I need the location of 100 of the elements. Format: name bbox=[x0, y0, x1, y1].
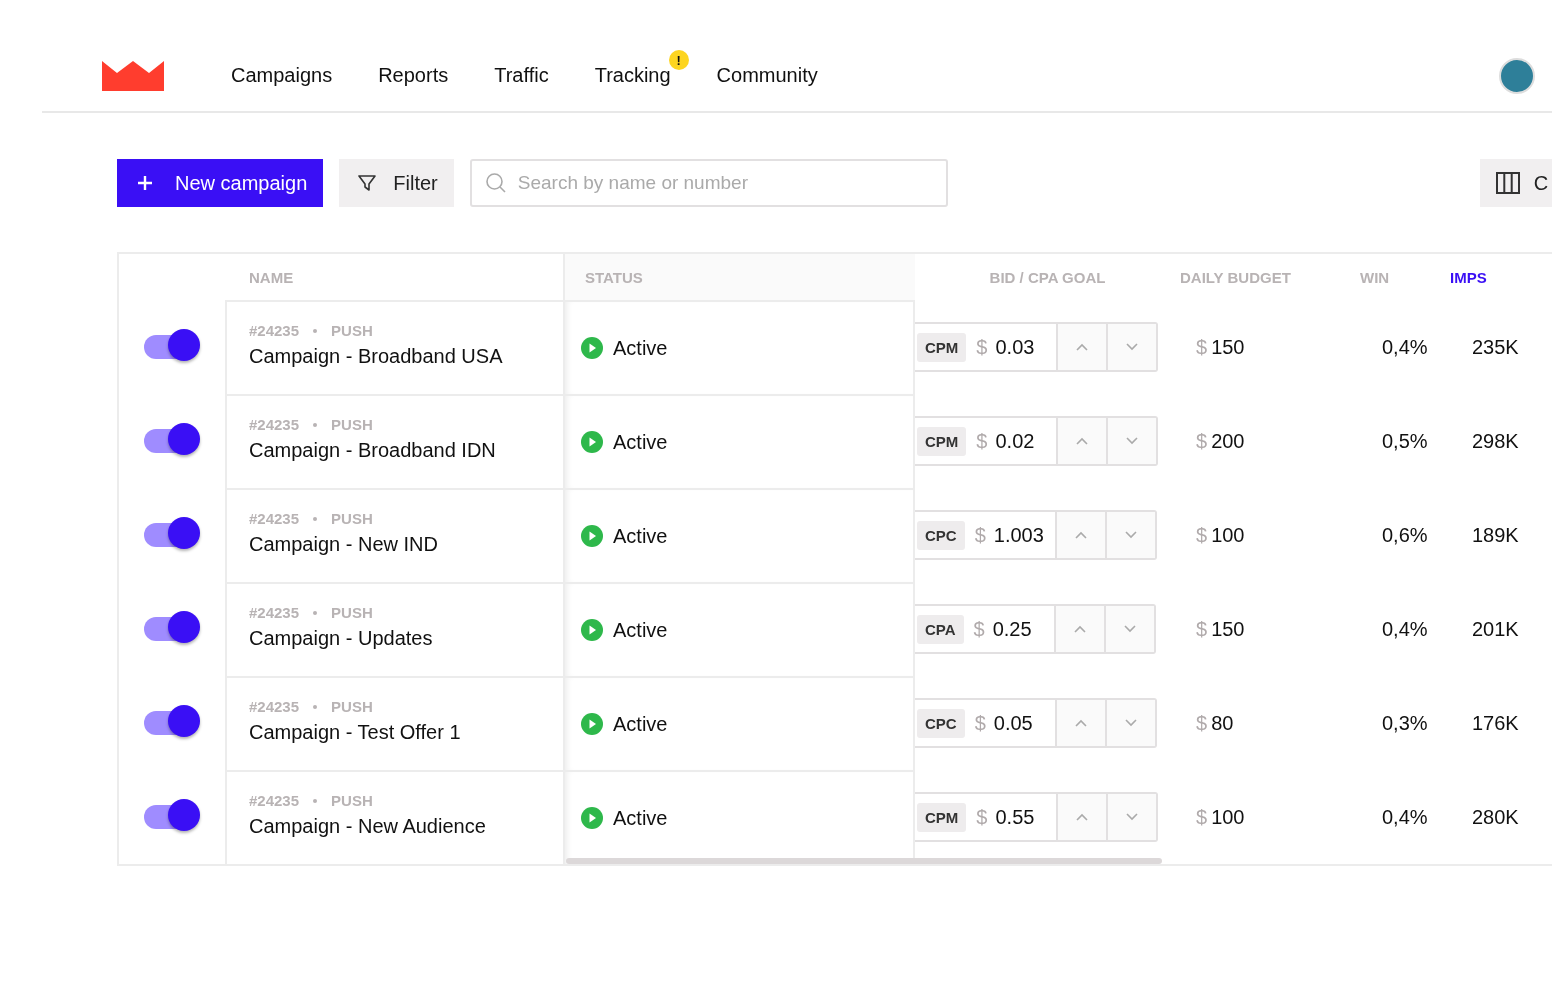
separator-dot bbox=[313, 422, 318, 427]
bid-field[interactable]: CPM $ 0.02 bbox=[915, 416, 1159, 466]
chevron-down-icon bbox=[1124, 531, 1137, 539]
increment-button[interactable] bbox=[1053, 606, 1104, 652]
bid-type-tag: CPC bbox=[917, 520, 965, 550]
impressions: 201K bbox=[1472, 617, 1519, 641]
bid-type-tag: CPM bbox=[917, 802, 967, 832]
chevron-up-icon bbox=[1074, 719, 1087, 727]
bid-value: 1.003 bbox=[993, 523, 1044, 547]
chevron-down-icon bbox=[1126, 343, 1139, 351]
decrement-button[interactable] bbox=[1106, 794, 1157, 840]
bid-field[interactable]: CPC $ 1.003 bbox=[915, 510, 1157, 560]
bid-field[interactable]: CPA $ 0.25 bbox=[915, 604, 1156, 654]
chevron-up-icon bbox=[1076, 437, 1089, 445]
bid-value: 0.55 bbox=[995, 805, 1035, 829]
campaign-name[interactable]: Campaign - Broadband USA bbox=[249, 345, 563, 368]
bid-value: 0.25 bbox=[992, 617, 1032, 641]
nav-link[interactable]: Tracking bbox=[594, 64, 671, 86]
decrement-button[interactable] bbox=[1106, 418, 1157, 464]
bid-type-tag: CPC bbox=[917, 708, 965, 738]
search-field[interactable]: Search by name or number bbox=[469, 159, 948, 207]
currency-sign: $ bbox=[976, 805, 988, 829]
scrollbar[interactable] bbox=[566, 858, 1162, 864]
impressions: 176K bbox=[1472, 711, 1519, 735]
nav-link[interactable]: Reports bbox=[378, 64, 449, 86]
bid-type-tag: CPA bbox=[917, 614, 964, 644]
campaign-id: #24235 bbox=[249, 604, 300, 621]
campaign-type: PUSH bbox=[331, 416, 373, 433]
currency-sign: $ bbox=[1196, 429, 1208, 453]
separator-dot bbox=[313, 798, 318, 803]
columns-icon bbox=[1495, 172, 1520, 194]
chevron-down-icon bbox=[1123, 625, 1136, 633]
currency-sign: $ bbox=[1196, 805, 1208, 829]
increment-button[interactable] bbox=[1056, 418, 1107, 464]
win-rate: 0,5% bbox=[1382, 429, 1428, 453]
currency-sign: $ bbox=[1196, 711, 1208, 735]
currency-sign: $ bbox=[1196, 335, 1208, 359]
budget-value: 80 bbox=[1211, 711, 1234, 735]
campaign-name[interactable]: Campaign - New IND bbox=[249, 533, 563, 556]
campaign-name[interactable]: Campaign - Broadband IDN bbox=[249, 439, 563, 462]
increment-button[interactable] bbox=[1054, 512, 1105, 558]
columns-button[interactable]: C bbox=[1479, 159, 1552, 207]
campaign-id: #24235 bbox=[249, 416, 300, 433]
bid-field[interactable]: CPM $ 0.55 bbox=[915, 792, 1159, 842]
budget-value: 150 bbox=[1211, 617, 1245, 641]
campaign-id: #24235 bbox=[249, 792, 300, 809]
new-campaign-button[interactable]: New campaign bbox=[117, 159, 324, 207]
currency-sign: $ bbox=[974, 523, 986, 547]
nav-link[interactable]: Community bbox=[716, 64, 818, 86]
decrement-button[interactable] bbox=[1104, 512, 1155, 558]
campaign-type: PUSH bbox=[331, 792, 373, 809]
filter-button[interactable]: Filter bbox=[339, 159, 454, 207]
campaign-name[interactable]: Campaign - Updates bbox=[249, 627, 563, 650]
alert-badge: ! bbox=[668, 50, 689, 70]
status-text: Active bbox=[613, 430, 668, 454]
status-text: Active bbox=[613, 336, 668, 360]
decrement-button[interactable] bbox=[1103, 606, 1154, 652]
campaign-name[interactable]: Campaign - New Audience bbox=[249, 815, 563, 838]
avatar[interactable] bbox=[1498, 57, 1535, 94]
budget-value: 100 bbox=[1211, 523, 1245, 547]
bid-field[interactable]: CPC $ 0.05 bbox=[915, 698, 1157, 748]
increment-button[interactable] bbox=[1056, 324, 1107, 370]
campaign-type: PUSH bbox=[331, 322, 373, 339]
nav-link[interactable]: Traffic bbox=[494, 64, 549, 86]
play-status-icon bbox=[581, 431, 603, 453]
impressions: 298K bbox=[1472, 429, 1519, 453]
campaign-type: PUSH bbox=[331, 604, 373, 621]
increment-button[interactable] bbox=[1056, 794, 1107, 840]
status-text: Active bbox=[613, 618, 668, 642]
separator-dot bbox=[313, 704, 318, 709]
separator-dot bbox=[313, 610, 318, 615]
decrement-button[interactable] bbox=[1106, 324, 1157, 370]
bid-value: 0.03 bbox=[995, 335, 1035, 359]
win-rate: 0,4% bbox=[1382, 617, 1428, 641]
decrement-button[interactable] bbox=[1104, 700, 1155, 746]
campaign-id: #24235 bbox=[249, 510, 300, 527]
currency-sign: $ bbox=[976, 429, 988, 453]
budget-value: 100 bbox=[1211, 805, 1245, 829]
column-header[interactable]: IMPS bbox=[1450, 268, 1487, 286]
crown-logo[interactable] bbox=[102, 60, 164, 91]
nav-link[interactable]: Campaigns bbox=[231, 64, 333, 86]
currency-sign: $ bbox=[974, 711, 986, 735]
play-status-icon bbox=[581, 619, 603, 641]
separator-dot bbox=[313, 328, 318, 333]
plus-icon bbox=[137, 175, 153, 191]
separator-dot bbox=[313, 516, 318, 521]
budget-value: 150 bbox=[1211, 335, 1245, 359]
bid-field[interactable]: CPM $ 0.03 bbox=[915, 322, 1159, 372]
chevron-up-icon bbox=[1076, 813, 1089, 821]
campaign-name[interactable]: Campaign - Test Offer 1 bbox=[249, 721, 563, 744]
funnel-icon bbox=[357, 173, 378, 193]
play-status-icon bbox=[581, 713, 603, 735]
currency-sign: $ bbox=[1196, 523, 1208, 547]
win-rate: 0,4% bbox=[1382, 335, 1428, 359]
win-rate: 0,3% bbox=[1382, 711, 1428, 735]
impressions: 280K bbox=[1472, 805, 1519, 829]
bid-type-tag: CPM bbox=[917, 332, 967, 362]
increment-button[interactable] bbox=[1054, 700, 1105, 746]
chevron-down-icon bbox=[1126, 813, 1139, 821]
status-text: Active bbox=[613, 806, 668, 830]
